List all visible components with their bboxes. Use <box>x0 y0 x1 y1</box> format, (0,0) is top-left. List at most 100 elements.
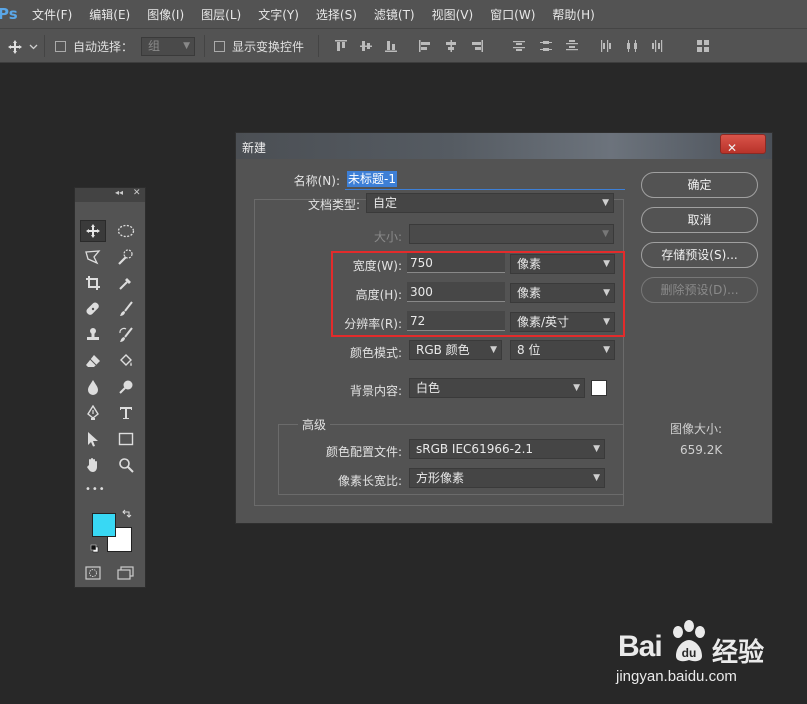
auto-align-icon[interactable] <box>696 39 710 53</box>
align-hcenter-icon[interactable] <box>444 39 458 53</box>
close-panel-icon[interactable]: ✕ <box>133 188 141 198</box>
auto-select-checkbox[interactable] <box>55 41 66 52</box>
chevron-down-icon: ▼ <box>593 444 600 454</box>
color-mode-value: RGB 颜色 <box>416 343 470 357</box>
menu-view[interactable]: 视图(V) <box>432 6 474 23</box>
separator <box>204 35 205 57</box>
menu-layer[interactable]: 图层(L) <box>201 6 241 23</box>
history-brush-tool-button[interactable] <box>113 324 139 346</box>
advanced-label: 高级 <box>298 416 331 433</box>
align-right-icon[interactable] <box>470 39 484 53</box>
distribute-vcenter-icon[interactable] <box>539 39 553 53</box>
crop-tool-button[interactable] <box>80 272 106 294</box>
collapse-icon[interactable]: ◂◂ <box>115 188 123 197</box>
show-transform-checkbox[interactable] <box>214 41 225 52</box>
screen-mode-icon[interactable] <box>117 566 135 580</box>
dodge-tool-button[interactable] <box>113 376 139 398</box>
eyedropper-tool-button[interactable] <box>113 272 139 294</box>
doc-type-label: 文档类型: <box>307 198 360 212</box>
color-profile-dropdown[interactable]: sRGB IEC61966-2.1 ▼ <box>409 439 605 459</box>
doc-type-dropdown[interactable]: 自定 ▼ <box>366 193 614 213</box>
color-mode-dropdown[interactable]: RGB 颜色 ▼ <box>409 340 502 360</box>
distribute-top-icon[interactable] <box>512 39 526 53</box>
blur-tool-button[interactable] <box>80 376 106 398</box>
save-preset-button[interactable]: 存储预设(S)... <box>641 242 758 268</box>
auto-select-dropdown[interactable]: 组 ▼ <box>141 37 195 56</box>
brush-tool-button[interactable] <box>113 298 139 320</box>
distribute-right-icon[interactable] <box>651 39 665 53</box>
ok-button[interactable]: 确定 <box>641 172 758 198</box>
menu-select[interactable]: 选择(S) <box>316 6 357 23</box>
pixel-aspect-dropdown[interactable]: 方形像素 ▼ <box>409 468 605 488</box>
path-select-tool-button[interactable] <box>80 428 106 450</box>
chevron-down-icon: ▼ <box>602 198 609 208</box>
pen-tool-button[interactable] <box>80 402 106 424</box>
menu-edit[interactable]: 编辑(E) <box>89 6 130 23</box>
move-tool-icon[interactable] <box>7 39 23 55</box>
watermark-brand: Bai <box>618 630 663 663</box>
menu-image[interactable]: 图像(I) <box>147 6 184 23</box>
menu-file[interactable]: 文件(F) <box>32 6 72 23</box>
quick-select-tool-button[interactable] <box>113 246 139 268</box>
ellipse-marquee-icon <box>117 224 135 238</box>
watermark-url: jingyan.baidu.com <box>616 668 737 685</box>
app-logo: Ps <box>0 5 18 23</box>
more-tools-icon[interactable]: ••• <box>85 484 106 495</box>
dialog-body: 名称(N): 未标题-1 文档类型: 自定 ▼ 大小: ▼ 宽度(W): 750… <box>242 159 766 519</box>
default-colors-icon[interactable] <box>90 544 99 553</box>
close-icon: ✕ <box>727 141 738 155</box>
distribute-hcenter-icon[interactable] <box>625 39 639 53</box>
dialog-title-bar[interactable]: 新建 ✕ <box>236 133 772 159</box>
paw-icon: du <box>673 620 705 662</box>
swap-colors-icon[interactable] <box>122 509 132 519</box>
pixel-aspect-value: 方形像素 <box>416 471 465 485</box>
stamp-tool-button[interactable] <box>80 324 106 346</box>
paint-bucket-tool-button[interactable] <box>113 350 139 372</box>
quick-mask-icon[interactable] <box>85 566 101 580</box>
polygonal-lasso-icon <box>85 250 101 265</box>
tool-panel-header[interactable]: ◂◂ ✕ <box>75 188 145 202</box>
bit-depth-dropdown[interactable]: 8 位 ▼ <box>510 340 615 360</box>
background-color-swatch[interactable] <box>591 380 607 396</box>
align-top-icon[interactable] <box>334 39 348 53</box>
background-dropdown[interactable]: 白色 ▼ <box>409 378 585 398</box>
align-left-icon[interactable] <box>418 39 432 53</box>
history-brush-icon <box>119 327 133 342</box>
rectangle-icon <box>118 432 134 446</box>
eraser-tool-button[interactable] <box>80 350 106 372</box>
foreground-color-swatch[interactable] <box>92 513 116 537</box>
close-button[interactable]: ✕ <box>720 134 766 155</box>
cancel-button[interactable]: 取消 <box>641 207 758 233</box>
distribute-bottom-icon[interactable] <box>565 39 579 53</box>
menu-help[interactable]: 帮助(H) <box>552 6 594 23</box>
menu-type[interactable]: 文字(Y) <box>258 6 299 23</box>
align-bottom-icon[interactable] <box>384 39 398 53</box>
chevron-down-icon[interactable] <box>29 44 38 50</box>
lasso-tool-button[interactable] <box>80 246 106 268</box>
pen-icon <box>87 405 99 420</box>
brush-icon <box>120 301 133 316</box>
color-profile-value: sRGB IEC61966-2.1 <box>416 442 534 456</box>
marquee-tool-button[interactable] <box>113 220 139 242</box>
menu-filter[interactable]: 滤镜(T) <box>374 6 415 23</box>
bandage-icon <box>86 302 99 315</box>
chevron-down-icon: ▼ <box>183 41 190 51</box>
zoom-tool-button[interactable] <box>113 454 139 476</box>
size-dropdown[interactable]: ▼ <box>409 224 614 244</box>
auto-select-label: 自动选择： <box>73 40 134 54</box>
menu-window[interactable]: 窗口(W) <box>490 6 535 23</box>
distribute-left-icon[interactable] <box>599 39 613 53</box>
move-tool-button[interactable] <box>80 220 106 242</box>
chevron-down-icon: ▼ <box>602 229 609 239</box>
name-input[interactable]: 未标题-1 <box>345 169 625 190</box>
options-bar: 自动选择： 组 ▼ 显示变换控件 <box>0 28 807 63</box>
rectangle-tool-button[interactable] <box>113 428 139 450</box>
align-vcenter-icon[interactable] <box>359 39 373 53</box>
watermark-suffix: 经验 <box>712 638 765 668</box>
hand-tool-button[interactable] <box>80 454 106 476</box>
healing-brush-tool-button[interactable] <box>80 298 106 320</box>
dialog-title: 新建 <box>242 141 267 155</box>
type-tool-button[interactable] <box>113 402 139 424</box>
highlight-annotation <box>331 251 625 337</box>
quick-selection-icon <box>118 249 133 265</box>
